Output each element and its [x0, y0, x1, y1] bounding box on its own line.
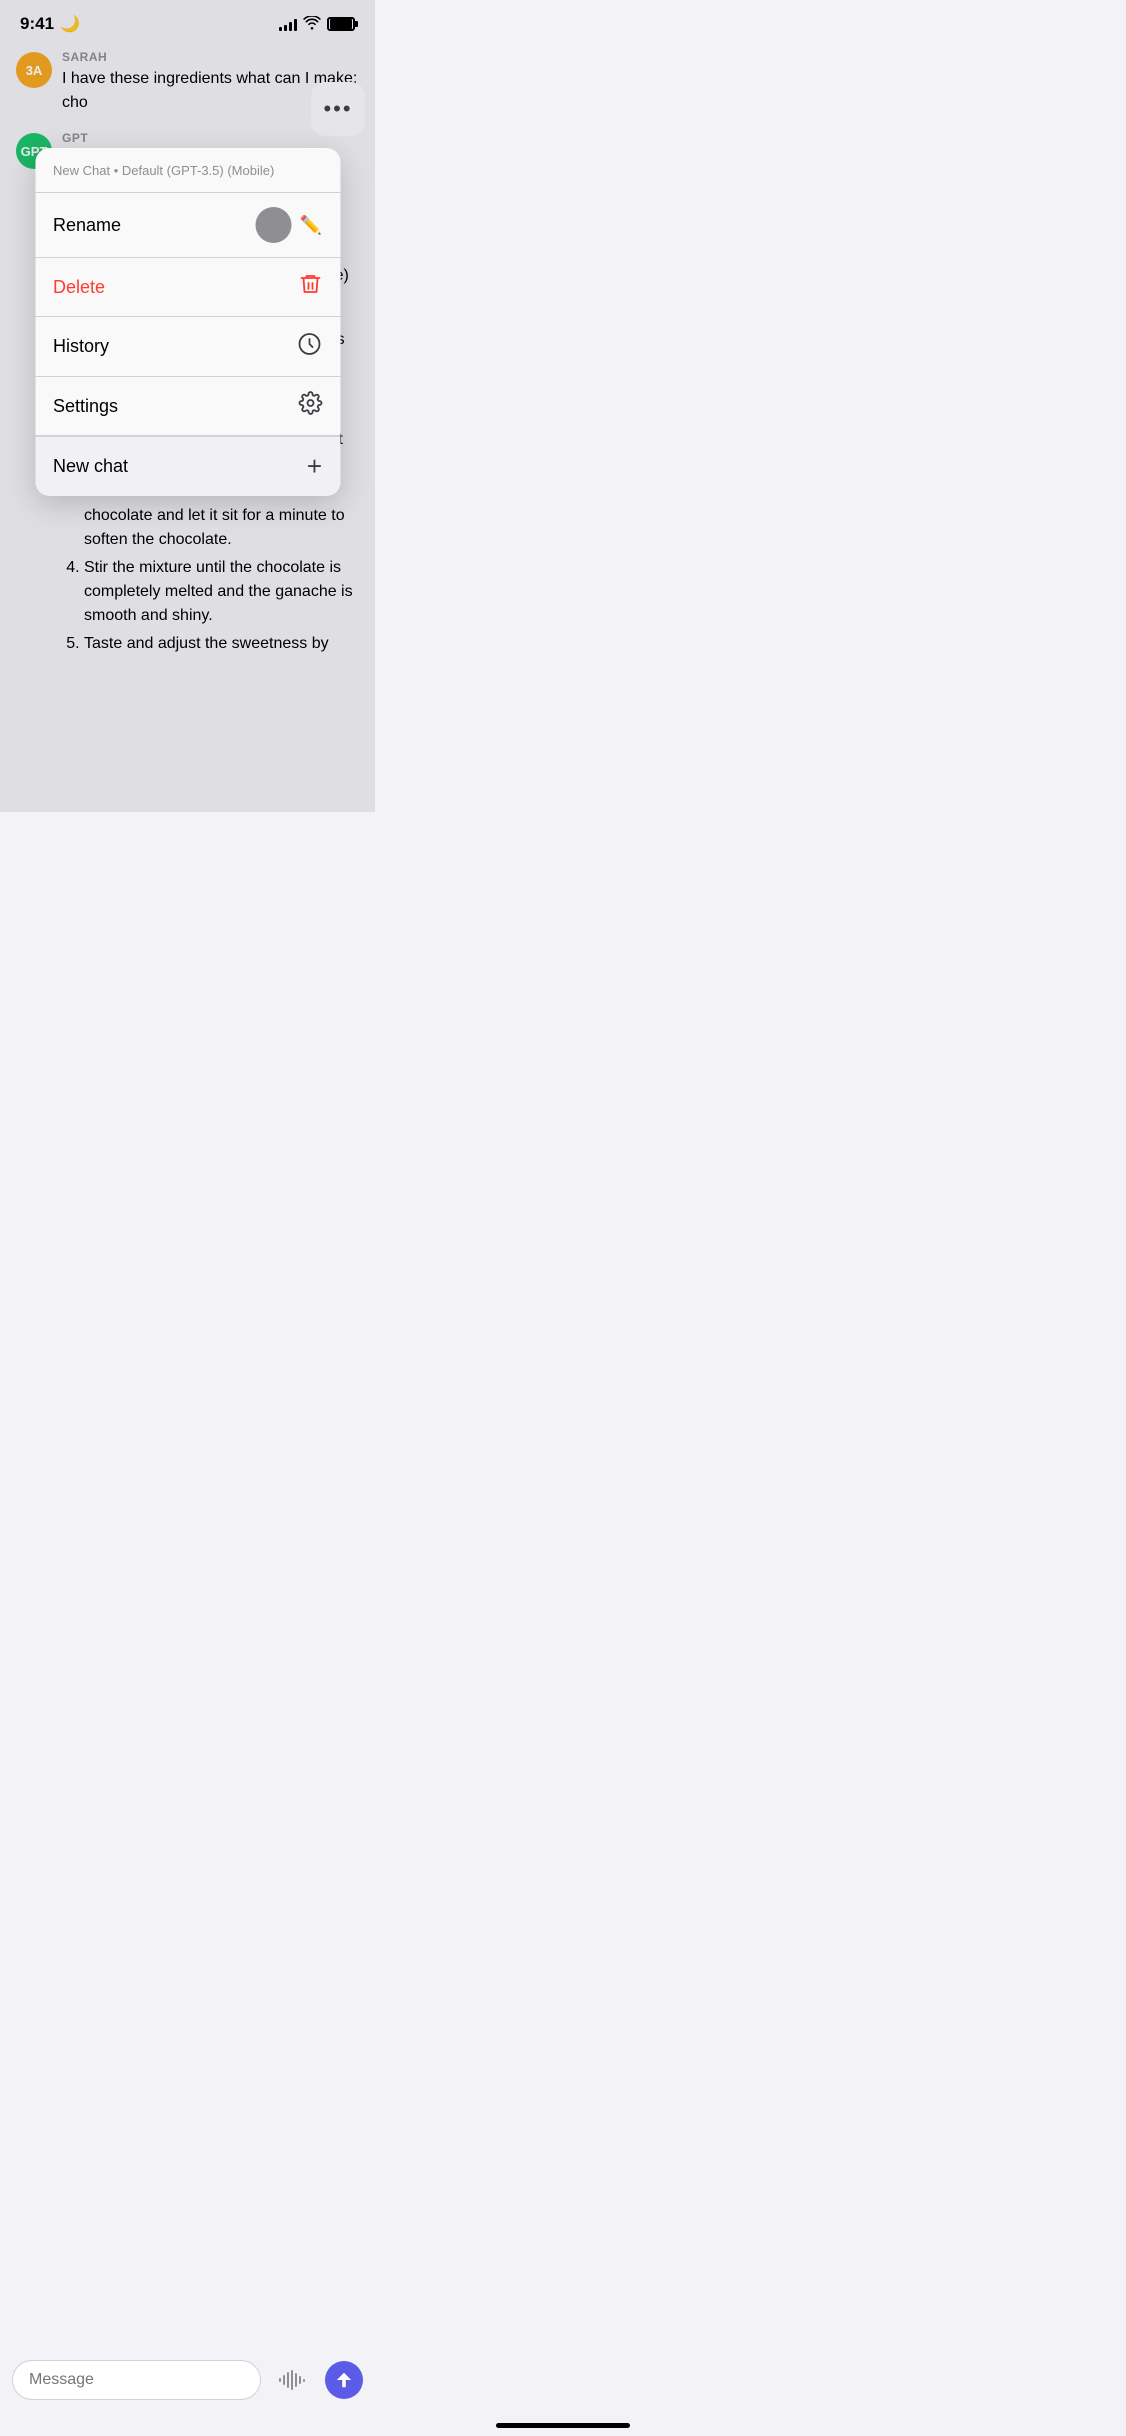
menu-item-rename[interactable]: Rename ✏️: [35, 193, 340, 258]
dropdown-menu: New Chat • Default (GPT-3.5) (Mobile) Re…: [35, 148, 340, 496]
home-indicator: [496, 2423, 630, 2428]
menu-header: New Chat • Default (GPT-3.5) (Mobile): [35, 148, 340, 193]
three-dot-icon: •••: [323, 96, 352, 122]
rename-toggle[interactable]: [256, 207, 292, 243]
audio-button[interactable]: [271, 2366, 315, 2394]
new-chat-label: New chat: [53, 456, 128, 477]
edit-icon: ✏️: [300, 215, 322, 236]
menu-item-settings[interactable]: Settings: [35, 377, 340, 436]
rename-label: Rename: [53, 215, 121, 236]
message-input[interactable]: [12, 2360, 261, 2400]
menu-item-new-chat[interactable]: New chat +: [35, 436, 340, 496]
history-label: History: [53, 336, 109, 357]
menu-item-delete[interactable]: Delete: [35, 258, 340, 317]
delete-label: Delete: [53, 277, 105, 298]
settings-label: Settings: [53, 396, 118, 417]
menu-subtitle: New Chat • Default (GPT-3.5) (Mobile): [53, 163, 274, 178]
menu-item-history[interactable]: History: [35, 317, 340, 377]
clock-icon: [296, 331, 322, 362]
three-dot-button[interactable]: •••: [311, 82, 365, 136]
gear-icon: [298, 391, 322, 421]
input-bar: [0, 2352, 375, 2408]
plus-icon: +: [307, 451, 322, 482]
send-button[interactable]: [325, 2361, 363, 2399]
trash-icon: [298, 272, 322, 302]
